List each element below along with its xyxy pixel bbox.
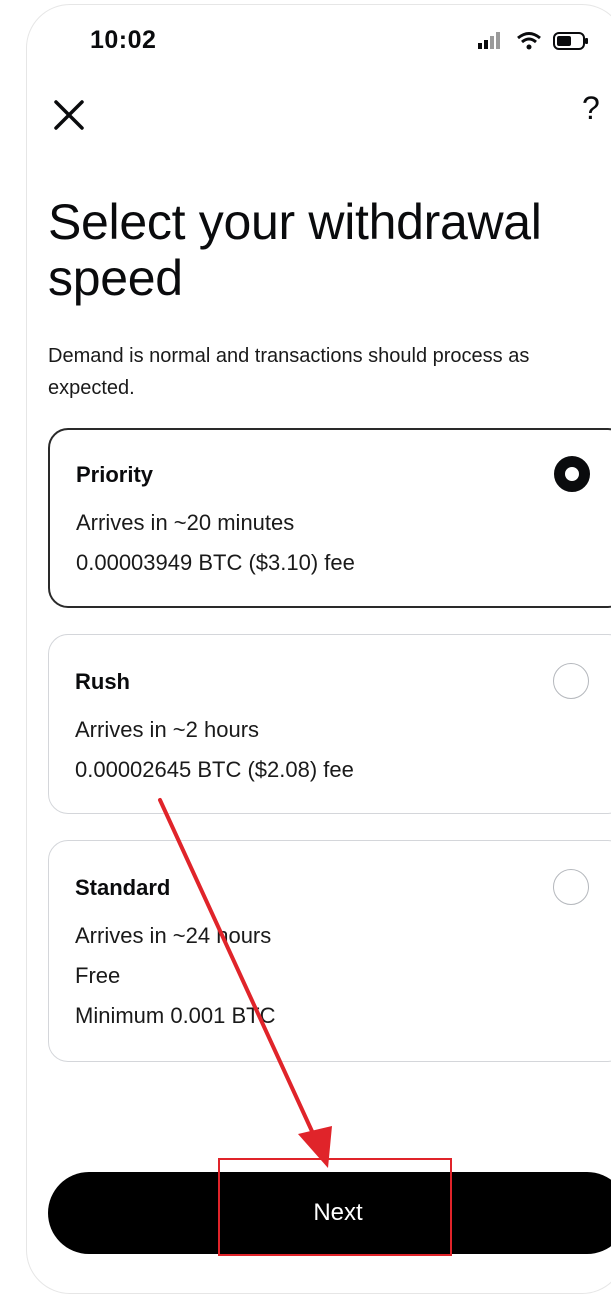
wifi-icon: [517, 32, 541, 50]
signal-icon: [478, 32, 500, 49]
close-button[interactable]: [50, 96, 90, 136]
option-arrival: Arrives in ~20 minutes: [76, 510, 295, 535]
option-fee: 0.00002645 BTC ($2.08) fee: [75, 757, 354, 782]
radio-rush[interactable]: [553, 663, 589, 699]
status-icons: [478, 32, 588, 50]
option-title: Priority: [76, 462, 154, 487]
option-arrival: Arrives in ~2 hours: [75, 717, 260, 742]
radio-priority[interactable]: [554, 456, 590, 492]
radio-standard[interactable]: [553, 869, 589, 905]
option-priority[interactable]: Priority Arrives in ~20 minutes 0.000039…: [48, 428, 611, 608]
option-minimum: Minimum 0.001 BTC: [75, 1003, 276, 1028]
option-title: Rush: [75, 669, 130, 694]
status-time: 10:02: [90, 26, 157, 54]
option-fee: Free: [75, 963, 121, 988]
option-rush[interactable]: Rush Arrives in ~2 hours 0.00002645 BTC …: [48, 634, 611, 814]
option-arrival: Arrives in ~24 hours: [75, 923, 272, 948]
page-subtitle: Demand is normal and transactions should…: [48, 345, 530, 399]
page-title: Select your withdrawal speed: [48, 194, 542, 306]
close-icon: [54, 100, 84, 130]
battery-icon: [553, 32, 588, 50]
option-title: Standard: [75, 875, 171, 900]
option-fee: 0.00003949 BTC ($3.10) fee: [76, 550, 355, 575]
annotation-highlight-box: [218, 1158, 452, 1256]
help-button[interactable]: ?: [582, 90, 600, 127]
option-standard[interactable]: Standard Arrives in ~24 hours Free Minim…: [48, 840, 611, 1062]
